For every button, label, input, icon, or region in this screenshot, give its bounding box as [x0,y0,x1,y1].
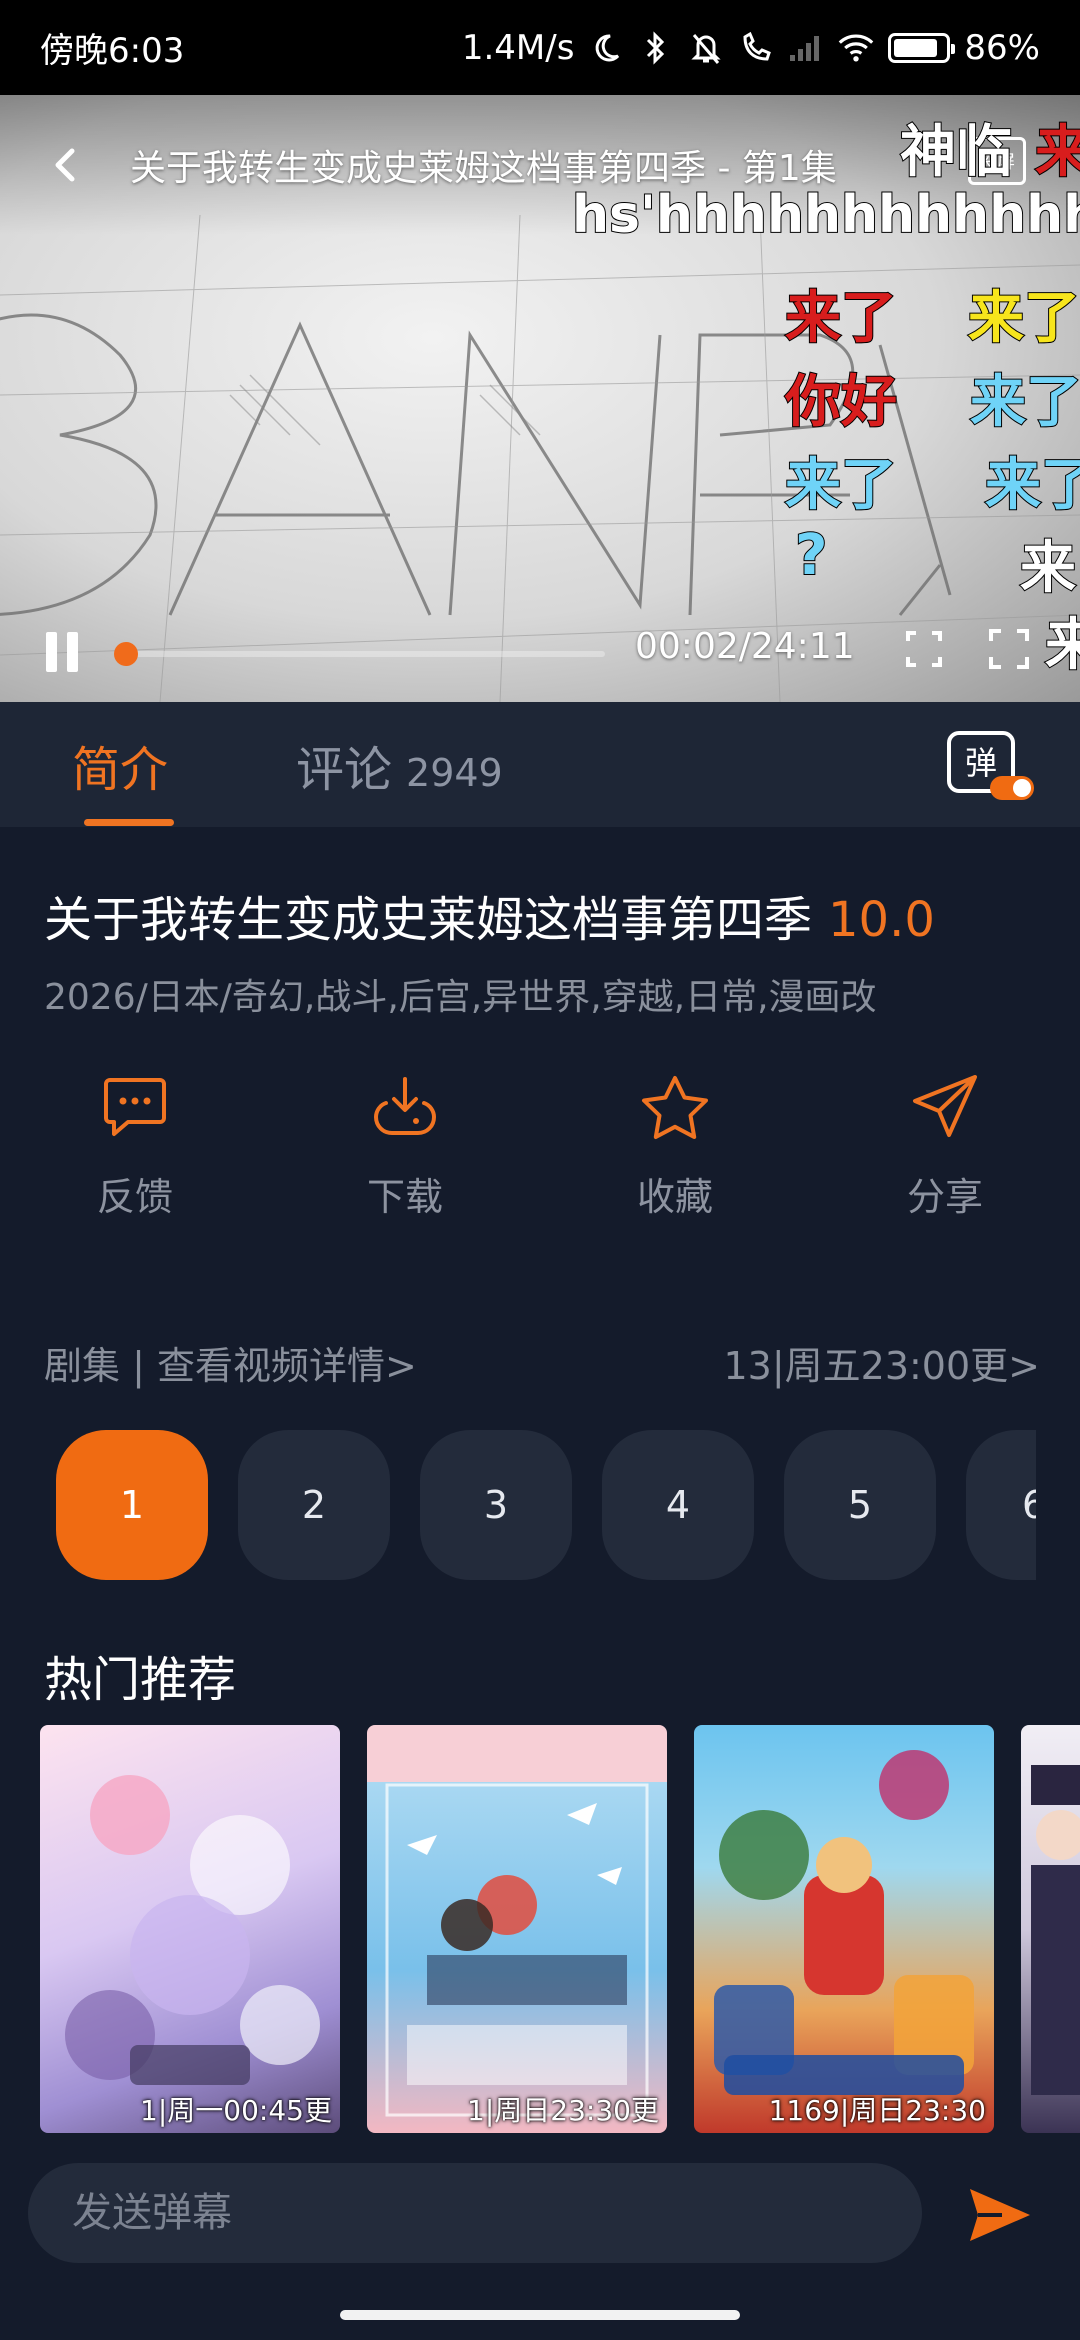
favorite-button[interactable]: 收藏 [540,1070,810,1221]
feedback-button[interactable]: 反馈 [0,1070,270,1221]
danmaku-item: hs'hhhhhhhhhhhhhh [571,184,1080,246]
recommend-card[interactable]: 1|周日23:30更 [367,1725,667,2133]
danmaku-item: 来 [1019,535,1077,602]
share-label: 分享 [906,1175,983,1219]
battery-icon [888,32,956,63]
download-label: 下载 [366,1175,443,1219]
detail-tabs: 简介 评论 2949 [0,702,1080,827]
wifi-icon [838,30,874,66]
tab-intro[interactable]: 简介 [72,730,175,826]
pause-icon [46,632,57,672]
recommend-list: 1|周一00:45更 1|周日23:30更 1169|周日23:30 [40,1725,1080,2133]
time-display: 00:02/24:11 [635,626,855,667]
poster-image [714,1750,974,2095]
episode-button[interactable]: 5 [784,1430,936,1580]
danmaku-toggle-label: 弹 [965,744,997,782]
recommend-card[interactable] [1021,1725,1080,2133]
danmaku-item: 来 [1034,119,1080,186]
danmaku-item: 来了 [784,285,898,352]
show-title-row: 关于我转生变成史莱姆这档事第四季 10.0 [44,880,935,950]
recommend-card[interactable]: 1|周一00:45更 [40,1725,340,2133]
message-icon [98,1070,172,1144]
action-row: 反馈 下载 收藏 分享 [0,1070,1080,1221]
danmaku-item: ? [794,522,829,589]
progress-bar[interactable] [113,642,605,666]
download-icon [368,1070,442,1144]
chevron-left-icon [55,148,75,182]
comment-count: 2949 [406,750,503,795]
tab-comments-label: 评论 [296,741,393,798]
danmaku-item: 来了 [784,452,898,519]
episode-button[interactable]: 2 [238,1430,390,1580]
episode-button[interactable]: 6 [966,1430,1036,1580]
fullscreen-icon[interactable] [985,625,1033,673]
poster-image [385,1783,649,2117]
recommend-caption: 1169|周日23:30 [768,2094,986,2127]
video-title: 关于我转生变成史莱姆这档事第四季 - 第1集 [130,148,837,189]
status-bar: 傍晚6:03 1.4M/s 86% [0,0,1080,95]
tab-comments[interactable]: 评论 2949 [296,730,503,800]
danmaku-item: 你好 [784,369,898,436]
tab-intro-label: 简介 [72,741,169,798]
video-player[interactable]: 关于我转生变成史莱姆这档事第四季 - 第1集 投屏 神临 来 hs'hhhhhh… [0,95,1080,702]
favorite-label: 收藏 [636,1175,713,1219]
show-meta: 2026/日本/奇幻,战斗,后宫,异世界,穿越,日常,漫画改 [44,977,877,1018]
share-button[interactable]: 分享 [810,1070,1080,1221]
danmaku-item: 来了 [969,369,1080,436]
danmaku-input[interactable] [72,2190,852,2236]
progress-knob[interactable] [113,642,138,666]
episodes-detail-link[interactable]: 剧集 | 查看视频详情> [44,1335,417,1390]
call-off-icon [738,30,774,66]
recommend-caption: 1|周日23:30更 [467,2094,659,2127]
send-icon [908,1070,982,1144]
net-speed: 1.4M/s [461,27,575,68]
rotate-fullscreen-icon[interactable] [900,625,948,673]
recommend-caption: 1|周一00:45更 [140,2094,332,2127]
feedback-label: 反馈 [96,1175,173,1219]
episodes-header: 剧集 | 查看视频详情> 13|周五23:00更> [44,1335,1040,1390]
episode-button[interactable]: 3 [420,1430,572,1580]
danmaku-item: 来 [1044,612,1080,679]
poster-image [65,1775,320,2085]
episode-list: 1 2 3 4 5 6 [56,1430,1036,1580]
danmaku-item: 来了 [984,452,1080,519]
mute-bell-icon [688,30,724,66]
signal-icon [788,30,824,66]
back-button[interactable] [40,140,90,190]
poster-image [1031,1765,1080,2095]
status-time: 傍晚6:03 [40,31,185,71]
episodes-schedule-link[interactable]: 13|周五23:00更> [723,1335,1040,1390]
recommend-title: 热门推荐 [44,1652,237,1708]
pause-button[interactable] [46,632,86,676]
episode-button[interactable]: 4 [602,1430,754,1580]
moon-icon [588,30,624,66]
episode-button[interactable]: 1 [56,1430,208,1580]
status-icons: 1.4M/s 86% [462,28,1040,68]
recommend-card[interactable]: 1169|周日23:30 [694,1725,994,2133]
danmaku-item: 来了 [967,285,1080,352]
danmaku-input-bar [28,2163,922,2263]
star-icon [638,1070,712,1144]
download-button[interactable]: 下载 [270,1070,540,1221]
danmaku-toggle[interactable]: 弹 [946,730,1036,802]
show-score: 10.0 [828,892,935,948]
send-button[interactable] [968,2185,1032,2245]
show-title: 关于我转生变成史莱姆这档事第四季 [44,892,813,948]
battery-percent: 86% [964,27,1040,68]
danmaku-item: 神临 [899,119,1013,186]
home-indicator[interactable] [340,2310,740,2320]
bluetooth-icon [638,30,674,66]
